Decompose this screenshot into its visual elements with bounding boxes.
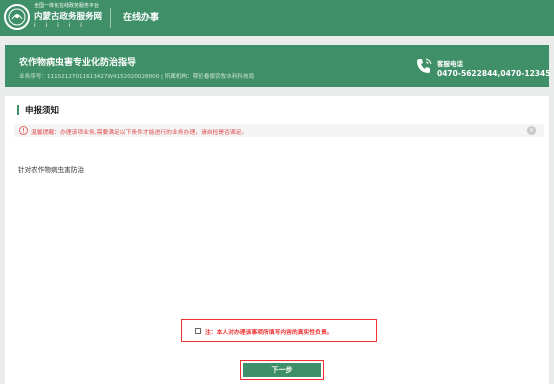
site-name[interactable]: 内蒙古政务服务网	[34, 10, 102, 22]
brand-decoration: ⅰ ⅰ ⅰ ⅰ ⅰ	[34, 22, 86, 29]
next-step-button[interactable]: 下一步	[243, 363, 321, 377]
service-meta: 业务序号：11152127011613427W4152020028000 | 所…	[19, 74, 255, 80]
next-button-highlight: 下一步	[240, 360, 324, 380]
service-title: 农作物病虫害专业化防治指导	[19, 58, 137, 68]
service-banner: 农作物病虫害专业化防治指导 业务序号：11152127011613427W415…	[5, 45, 551, 87]
warning-icon	[19, 126, 28, 135]
site-logo-icon[interactable]	[4, 4, 30, 30]
requirement-text: 针对农作物病虫害防治	[18, 166, 84, 174]
hotline-label: 客服电话	[437, 60, 463, 68]
close-icon[interactable]: ✕	[527, 126, 536, 135]
platform-name: 全国一体化在线政务服务平台	[34, 3, 100, 9]
phone-icon	[417, 58, 432, 73]
nav-online-service[interactable]: 在线办事	[123, 10, 159, 23]
top-bar: 全国一体化在线政务服务平台 内蒙古政务服务网 ⅰ ⅰ ⅰ ⅰ ⅰ 在线办事	[0, 0, 554, 36]
notice-panel: 申报须知 温馨提醒：办理该项业务,需要满足以下条件才能进行的业务办理，请自检是否…	[5, 96, 549, 384]
agreement-box: 注：本人对办理该事项所填写内容的真实性负责。	[181, 319, 377, 342]
warning-text: 温馨提醒：办理该项业务,需要满足以下条件才能进行的业务办理，请自检是否满足。	[31, 130, 248, 136]
header-divider	[110, 8, 111, 28]
warning-notice: 温馨提醒：办理该项业务,需要满足以下条件才能进行的业务办理，请自检是否满足。 ✕	[14, 124, 544, 137]
hotline-number: 0470-5622844,0470-12345	[437, 69, 551, 78]
section-title: 申报须知	[25, 106, 60, 116]
agreement-checkbox[interactable]	[195, 328, 201, 334]
section-accent-bar	[17, 105, 19, 115]
agreement-text[interactable]: 注：本人对办理该事项所填写内容的真实性负责。	[205, 327, 333, 336]
